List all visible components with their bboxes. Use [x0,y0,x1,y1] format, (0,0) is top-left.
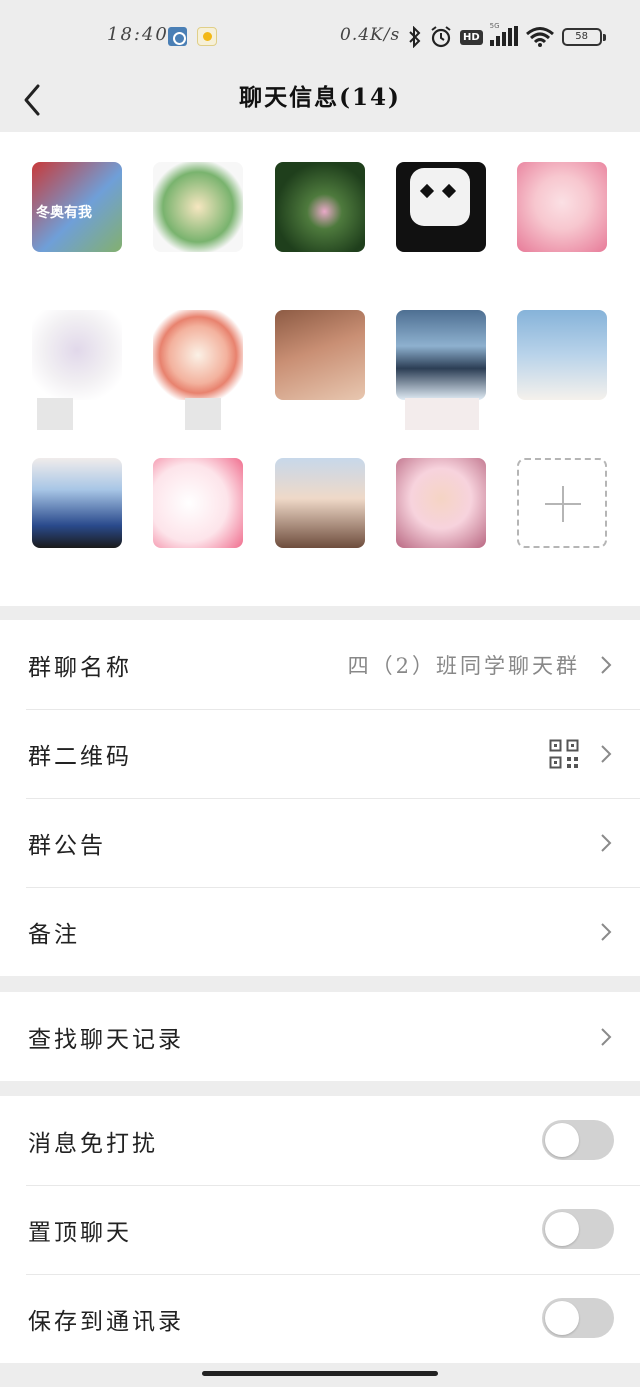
qr-code-row[interactable]: 群二维码 [0,709,640,798]
member-avatar[interactable] [396,458,486,548]
settings-group-toggles: 消息免打扰 置顶聊天 保存到通讯录 [0,1096,640,1363]
member-avatar[interactable] [396,162,486,252]
remark-label: 备注 [28,922,80,948]
member-avatar[interactable] [517,310,607,400]
group-name-label: 群聊名称 [28,655,132,681]
member-name-placeholder [37,398,73,430]
group-name-row[interactable]: 群聊名称 四（2）班同学聊天群 [0,620,640,709]
signal-icon: 5G [489,22,518,48]
remark-row[interactable]: 备注 [0,887,640,976]
search-history-row[interactable]: 查找聊天记录 [0,992,640,1081]
announcement-row[interactable]: 群公告 [0,798,640,887]
status-icons: HD 5G 58 [408,22,606,50]
add-member-button[interactable] [517,458,607,548]
member-avatar[interactable] [153,458,243,548]
member-avatar[interactable] [275,458,365,548]
nav-bar: 聊天信息(14) [0,70,640,130]
member-avatar[interactable]: 冬奥有我 [32,162,122,252]
bluetooth-icon [409,26,421,48]
member-avatar[interactable] [396,310,486,400]
settings-group-history: 查找聊天记录 [0,992,640,1081]
member-name-placeholder [185,398,221,430]
pin-toggle[interactable] [542,1209,614,1249]
status-time: 18:40 [107,24,169,45]
qr-code-label: 群二维码 [28,744,132,770]
member-avatar[interactable] [32,310,122,400]
home-indicator[interactable] [202,1371,438,1376]
mute-toggle[interactable] [542,1120,614,1160]
pin-label: 置顶聊天 [28,1220,132,1246]
search-history-label: 查找聊天记录 [28,1027,184,1053]
status-bar: 18:40 0.4K/s HD 5G 58 [0,0,640,70]
save-contacts-label: 保存到通讯录 [28,1309,184,1335]
alarm-icon [431,26,451,48]
member-avatar[interactable] [153,162,243,252]
member-name-placeholder [405,398,479,430]
member-avatar[interactable] [32,458,122,548]
chevron-right-icon [601,745,612,763]
mute-row: 消息免打扰 [0,1096,640,1185]
members-grid: 冬奥有我 [0,132,640,606]
app-notification-icon [197,27,217,46]
wifi-icon [525,27,554,47]
network-speed: 0.4K/s [340,25,401,45]
member-avatar[interactable] [275,310,365,400]
settings-group-info: 群聊名称 四（2）班同学聊天群 群二维码 群公告 备注 [0,620,640,976]
chevron-right-icon [601,834,612,852]
chevron-right-icon [601,656,612,674]
settings-notification-icon [168,27,187,46]
save-contacts-row: 保存到通讯录 [0,1274,640,1363]
avatar-caption: 冬奥有我 [36,205,92,221]
page-title: 聊天信息(14) [239,84,401,111]
member-avatar[interactable] [517,162,607,252]
pin-row: 置顶聊天 [0,1185,640,1274]
member-avatar[interactable] [275,162,365,252]
chevron-right-icon [601,923,612,941]
avatar-face [410,168,470,226]
member-avatar[interactable] [153,310,243,400]
battery-icon: 58 [561,28,606,46]
announcement-label: 群公告 [28,833,106,859]
mute-label: 消息免打扰 [28,1131,158,1157]
qr-code-icon [549,739,579,769]
group-name-value: 四（2）班同学聊天群 [347,654,580,678]
hd-icon: HD [460,29,483,45]
chevron-right-icon [601,1028,612,1046]
save-contacts-toggle[interactable] [542,1298,614,1338]
